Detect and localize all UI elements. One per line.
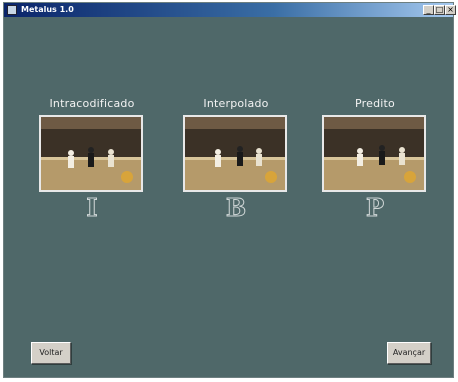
frame-label-interp: Interpolado (203, 97, 269, 110)
title-bar: Metalus 1.0 _ □ × (4, 3, 456, 17)
frame-letter-b: B (225, 193, 247, 223)
app-icon (7, 5, 17, 15)
window-title: Metalus 1.0 (21, 5, 74, 14)
frame-letter-p: P (365, 193, 385, 223)
frame-thumbnail-intra[interactable] (39, 115, 143, 192)
close-icon[interactable]: × (445, 5, 456, 15)
frame-label-intra: Intracodificado (49, 97, 135, 110)
maximize-icon[interactable]: □ (434, 5, 445, 15)
frame-thumbnail-pred[interactable] (322, 115, 426, 192)
next-button[interactable]: Avançar (387, 342, 431, 364)
app-window: Metalus 1.0 _ □ × Intracodificado I Inte… (3, 2, 456, 378)
minimize-icon[interactable]: _ (423, 5, 434, 15)
frame-letter-i: I (86, 193, 98, 223)
back-button[interactable]: Voltar (31, 342, 71, 364)
frame-label-pred: Predito (355, 97, 395, 110)
frame-thumbnail-interp[interactable] (183, 115, 287, 192)
